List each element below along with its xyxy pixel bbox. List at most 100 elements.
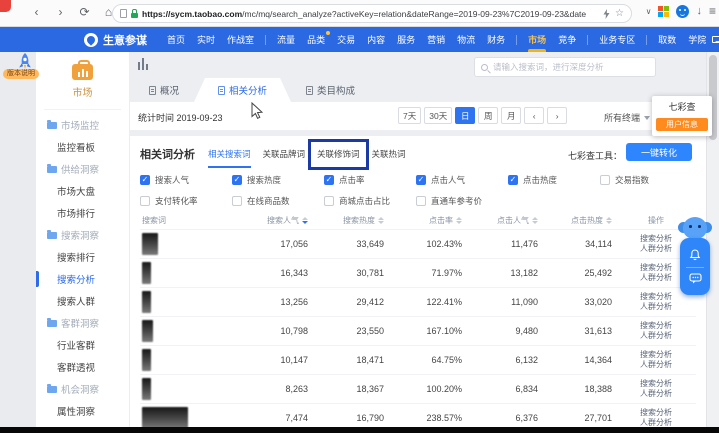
back-icon[interactable]: ‹ (30, 4, 43, 21)
nav-item[interactable]: 财务 (481, 27, 511, 52)
panel-tab[interactable]: 关联修饰词 (311, 148, 366, 160)
nav-item[interactable]: 市场 (522, 27, 552, 52)
sidebar-item[interactable]: 行业客群 (36, 334, 129, 356)
column-header[interactable]: 搜索热度 (312, 211, 388, 229)
action-link[interactable]: 人群分析 (640, 273, 672, 284)
sidebar-item[interactable]: 市场监控 (36, 114, 129, 136)
sidebar-item[interactable]: 客群洞察 (36, 312, 129, 334)
download-icon[interactable]: ↓ (696, 5, 702, 18)
brand[interactable]: 生意参谋 (84, 32, 147, 48)
column-header[interactable]: 点击率 (388, 211, 466, 229)
page-info-icon[interactable] (120, 9, 127, 18)
range-button[interactable]: 周 (478, 107, 498, 124)
range-button[interactable]: 月 (501, 107, 521, 124)
extension-grid-icon[interactable] (658, 6, 669, 17)
extensions-chevron-icon[interactable]: ∨ (646, 7, 652, 16)
column-header[interactable]: 点击热度 (542, 211, 616, 229)
sidebar-item[interactable]: 客群透视 (36, 356, 129, 378)
sidebar-item[interactable]: 搜索排行 (36, 246, 129, 268)
action-link[interactable]: 人群分析 (640, 331, 672, 342)
metric-checkbox[interactable]: ✓直通车参考价 (416, 195, 508, 207)
metric-checkbox[interactable]: ✓点击率 (324, 174, 416, 186)
one-click-convert-button[interactable]: 一键转化 (626, 143, 692, 161)
action-link[interactable]: 搜索分析 (640, 292, 672, 303)
column-header[interactable]: 点击人气 (466, 211, 542, 229)
column-header[interactable]: 搜索人气 (240, 211, 312, 229)
messages-button[interactable]: 消息 (712, 33, 719, 46)
nav-item[interactable]: 营销 (421, 27, 451, 52)
browser-menu-icon[interactable]: ≡ (709, 4, 716, 18)
action-link[interactable]: 搜索分析 (640, 350, 672, 361)
action-link[interactable]: 搜索分析 (640, 321, 672, 332)
nav-item[interactable]: 取数 (652, 27, 682, 52)
nav-item[interactable]: 服务 (391, 27, 421, 52)
content-tab[interactable]: 概况 (134, 78, 194, 102)
url-bar[interactable]: https://sycm.taobao.com/mc/mq/search_ana… (112, 4, 632, 23)
keyword-search-box[interactable] (474, 57, 656, 77)
sort-carets[interactable] (606, 217, 612, 224)
sidebar-item[interactable]: 市场排行 (36, 202, 129, 224)
range-button[interactable]: ‹ (524, 107, 544, 124)
reload-icon[interactable]: ⟳ (78, 4, 91, 21)
sort-carets[interactable] (302, 217, 308, 224)
panel-tab[interactable]: 关联热词 (366, 148, 412, 160)
bell-icon[interactable] (689, 249, 701, 261)
bookmark-star-icon[interactable]: ☆ (615, 8, 624, 19)
action-link[interactable]: 人群分析 (640, 389, 672, 400)
terminal-dropdown[interactable]: 所有终端 (604, 111, 650, 124)
extension-face-icon[interactable] (676, 5, 689, 18)
range-button[interactable]: 30天 (424, 107, 452, 124)
metric-checkbox[interactable]: ✓交易指数 (600, 174, 692, 186)
sidebar-item[interactable]: 搜索分析 (36, 268, 129, 290)
panel-tab[interactable]: 相关搜索词 (202, 148, 257, 160)
sort-carets[interactable] (532, 217, 538, 224)
browser-tab-fragment[interactable] (0, 0, 11, 12)
sidebar-item[interactable]: 市场大盘 (36, 180, 129, 202)
sidebar-item[interactable]: 机会洞察 (36, 378, 129, 400)
sidebar-item[interactable]: 监控看板 (36, 136, 129, 158)
collapse-bars-icon[interactable] (138, 58, 148, 70)
nav-item[interactable]: 品类 (301, 27, 331, 52)
action-link[interactable]: 人群分析 (640, 302, 672, 313)
range-button[interactable]: 7天 (398, 107, 421, 124)
content-tab[interactable]: 类目构成 (291, 78, 370, 102)
metric-checkbox[interactable]: ✓在线商品数 (232, 195, 324, 207)
metric-checkbox[interactable]: ✓点击热度 (508, 174, 600, 186)
sidebar-item[interactable]: 属性洞察 (36, 400, 129, 422)
nav-item[interactable]: 流量 (271, 27, 301, 52)
sidebar-item[interactable]: 供给洞察 (36, 158, 129, 180)
action-link[interactable]: 人群分析 (640, 418, 672, 427)
nav-item[interactable]: 作战室 (221, 27, 260, 52)
sidebar-item[interactable]: 搜索洞察 (36, 224, 129, 246)
nav-item[interactable]: 实时 (191, 27, 221, 52)
metric-checkbox[interactable]: ✓搜索人气 (140, 174, 232, 186)
search-input[interactable] (493, 62, 649, 72)
nav-item[interactable]: 竞争 (552, 27, 582, 52)
nav-item[interactable]: 学院 (682, 27, 712, 52)
panel-tab[interactable]: 关联品牌词 (257, 148, 312, 160)
nav-item[interactable]: 内容 (361, 27, 391, 52)
content-tab[interactable]: 相关分析 (194, 78, 291, 102)
metric-checkbox[interactable]: ✓商城点击占比 (324, 195, 416, 207)
metric-checkbox[interactable]: ✓搜索热度 (232, 174, 324, 186)
url-text[interactable]: https://sycm.taobao.com/mc/mq/search_ana… (142, 9, 599, 19)
flash-icon[interactable] (603, 9, 610, 19)
nav-item[interactable]: 首页 (161, 27, 191, 52)
action-link[interactable]: 人群分析 (640, 360, 672, 371)
range-button[interactable]: 日 (455, 107, 475, 124)
version-note-badge[interactable]: 版本说明 (3, 69, 39, 79)
stats-time-label[interactable]: 统计时间 2019-09-23 (138, 111, 223, 124)
action-link[interactable]: 搜索分析 (640, 234, 672, 245)
qicai-menu-item[interactable]: 七彩查 (656, 100, 708, 118)
sort-carets[interactable] (378, 217, 384, 224)
range-button[interactable]: › (547, 107, 567, 124)
nav-item[interactable]: 物流 (451, 27, 481, 52)
metric-checkbox[interactable]: ✓支付转化率 (140, 195, 232, 207)
action-link[interactable]: 搜索分析 (640, 408, 672, 419)
nav-item[interactable]: 业务专区 (593, 27, 641, 52)
metric-checkbox[interactable]: ✓点击人气 (416, 174, 508, 186)
https-lock-icon[interactable] (131, 13, 138, 18)
action-link[interactable]: 搜索分析 (640, 379, 672, 390)
sidebar-item[interactable]: 搜索人群 (36, 290, 129, 312)
forward-icon[interactable]: › (54, 4, 67, 21)
